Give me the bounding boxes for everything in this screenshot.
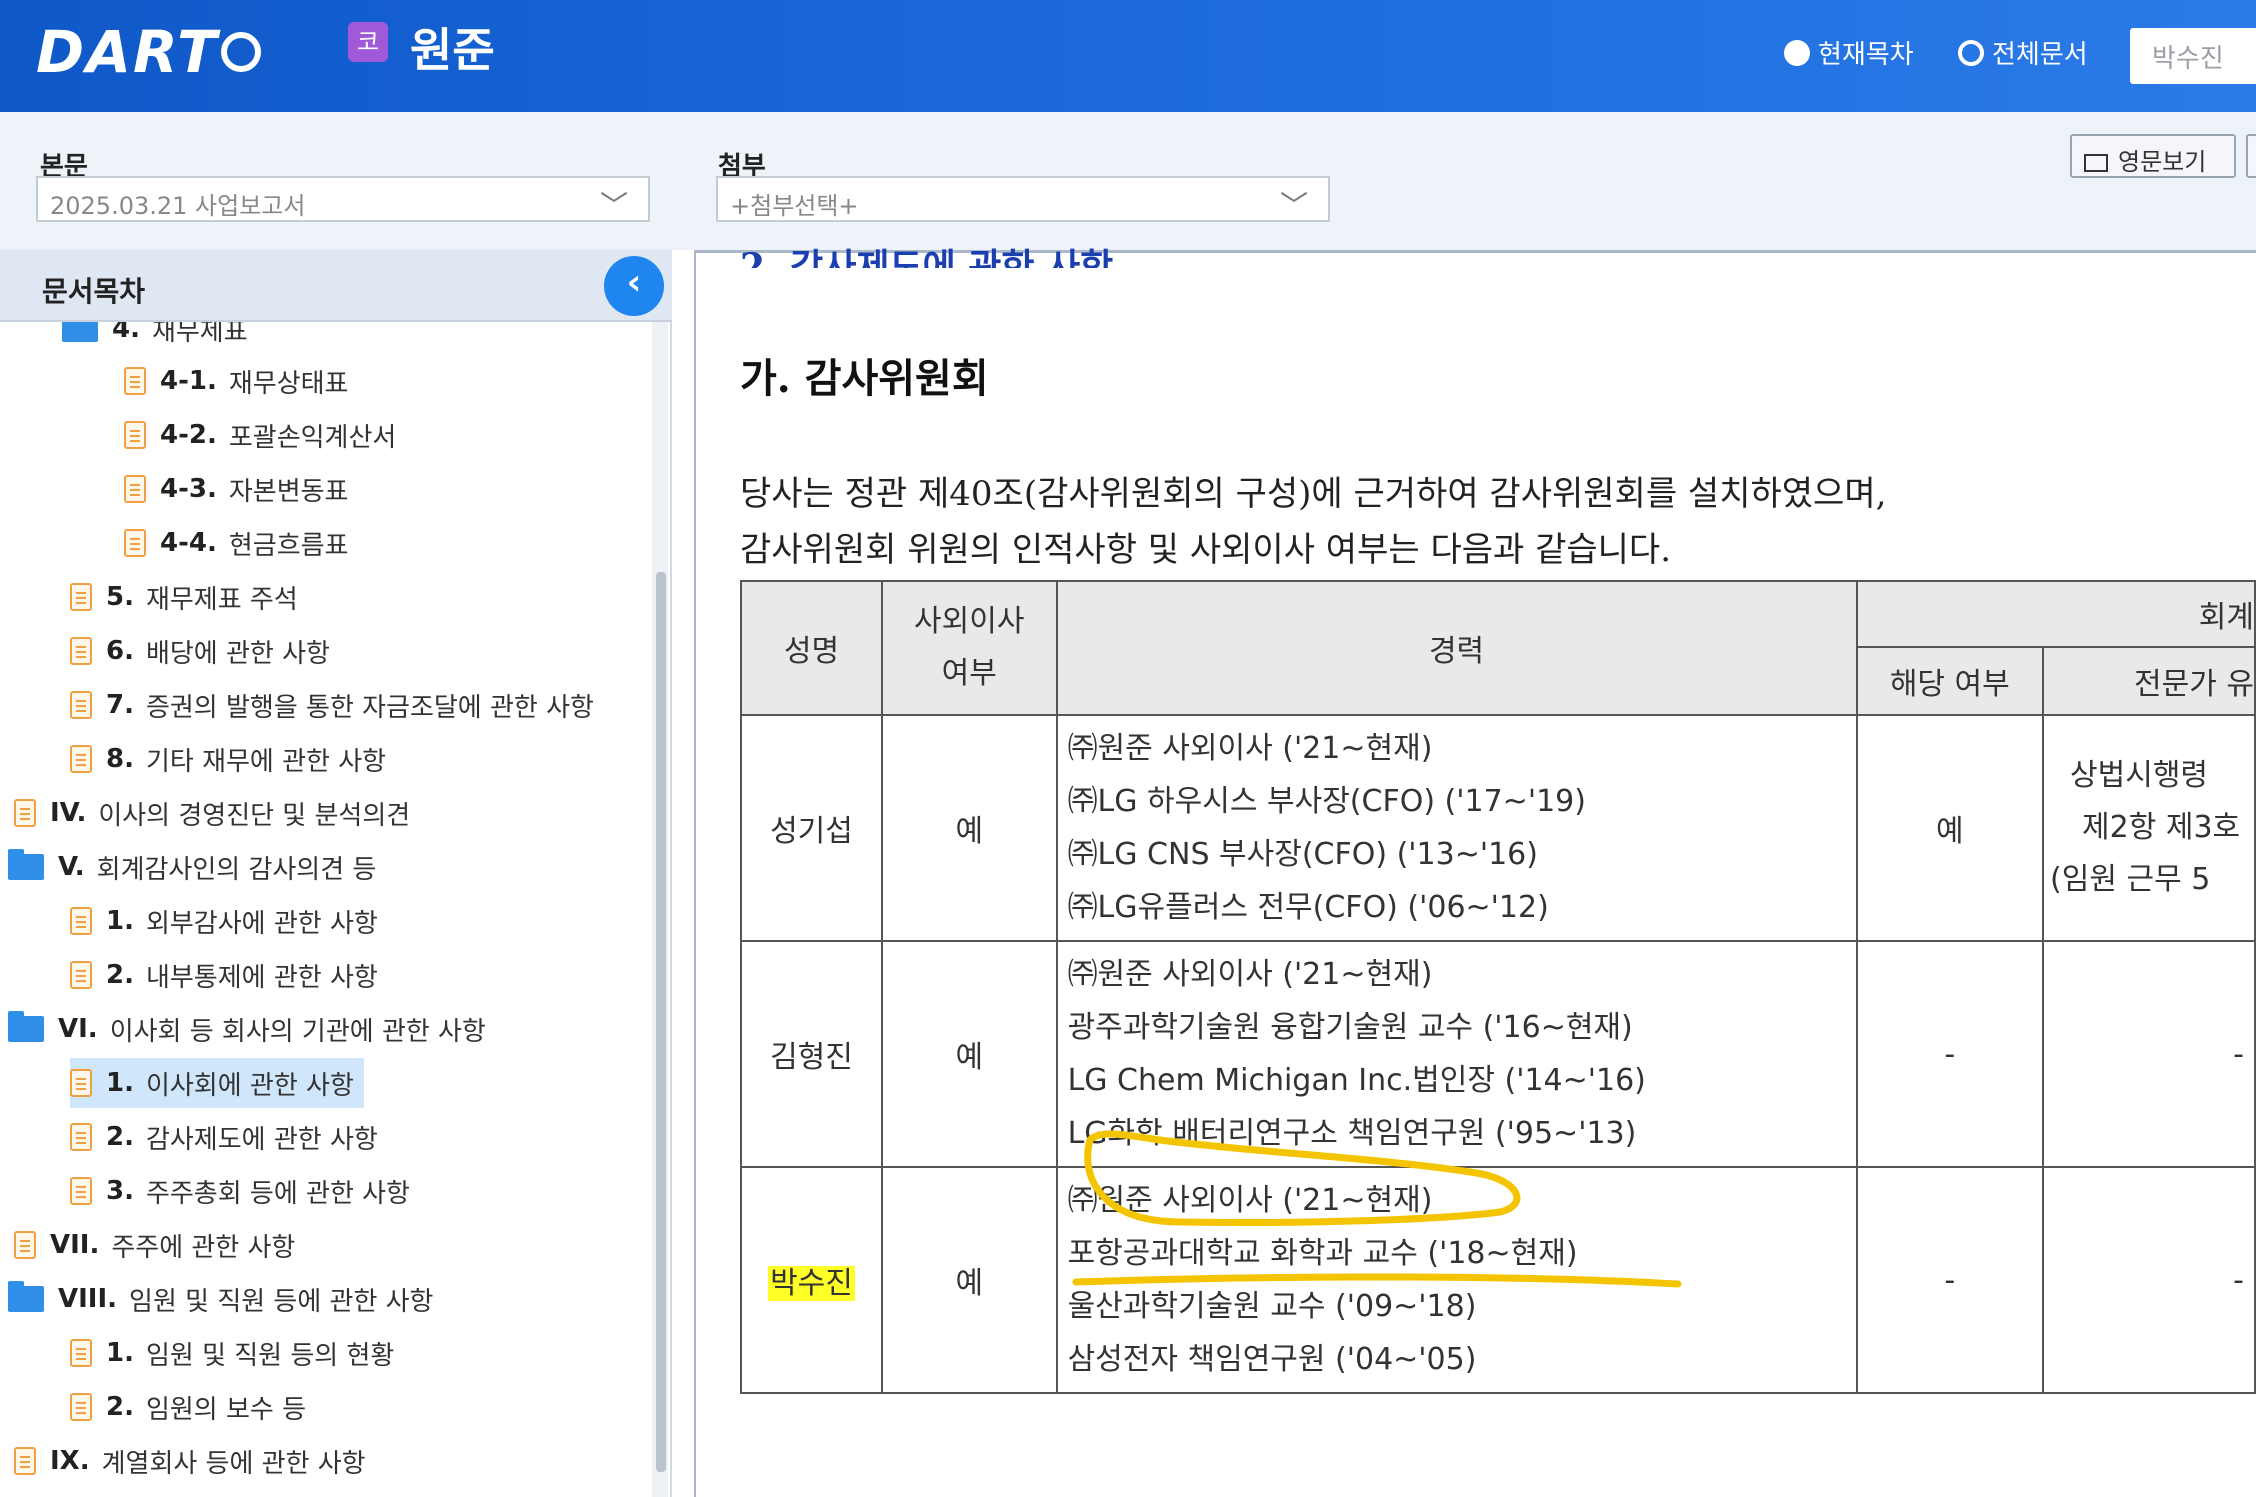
toc-scrollbar[interactable] [652,322,668,1497]
header-outside-director: 사외이사 여부 [880,580,1058,716]
toc-item[interactable]: IX. 계열회사 등에 관한 사항 [14,1436,366,1486]
document-icon [14,1447,36,1475]
toc-item[interactable]: 1. 임원 및 직원 등의 현황 [70,1328,394,1378]
english-view-button[interactable]: 영문보기 [2070,134,2236,178]
chevron-down-icon: ﹀ [1279,189,1308,222]
header-accounting: 회계 [1855,580,2256,648]
company-name: 원준 [410,23,495,77]
toc-item[interactable]: 2. 내부통제에 관한 사항 [70,950,378,1000]
cell-career: ㈜원준 사외이사 ('21~현재) 광주과학기술원 융합기술원 교수 ('16~… [1055,940,1858,1168]
radio-filled-icon [1784,39,1810,66]
folder-icon [8,1011,44,1042]
toc-item[interactable]: 2. 감사제도에 관한 사항 [70,1112,378,1162]
document-icon [124,367,146,395]
toc-item[interactable]: VI. 이사회 등 회사의 기관에 관한 사항 [8,1004,486,1054]
cell-expert: 상법시행령 제2항 제3호 (임원 근무 5 [2042,714,2256,942]
cell-applicable: 예 [1855,714,2045,942]
radio-all-docs[interactable]: 전체문서 [1958,34,2088,71]
toc-title: 문서목차 [42,275,146,308]
header-applicable: 해당 여부 [1855,646,2045,716]
toc-tree: 4. 재무제표 4-1. 재무상태표 4-2. 포괄손익계산서 4-3. 자본변동표 4… [0,322,650,1497]
toc-item[interactable]: 6. 배당에 관한 사항 [70,626,330,676]
chevron-left-icon: ‹ [626,262,642,303]
collapse-sidebar-button[interactable]: ‹ [604,256,664,316]
toc-item[interactable]: 4-2. 포괄손익계산서 [124,410,396,460]
monitor-icon [2084,154,2108,172]
cell-outside: 예 [880,940,1058,1168]
folder-icon [8,1281,44,1312]
cell-career: ㈜원준 사외이사 ('21~현재) ㈜LG 하우시스 부사장(CFO) ('17… [1055,714,1858,942]
cell-outside: 예 [880,714,1058,942]
cell-expert: - [2042,940,2256,1168]
paragraph-line-2: 감사위원회 위원의 인적사항 및 사외이사 여부는 다음과 같습니다. [740,530,1672,570]
toc-item[interactable]: 5. 재무제표 주석 [70,572,298,622]
document-icon [70,1339,92,1367]
folder-icon [8,849,44,880]
cell-outside: 예 [880,1166,1058,1394]
document-icon [124,421,146,449]
document-icon [14,799,36,827]
top-header: DART 코 원준 현재목차 전체문서 박수진 [0,0,2256,112]
toc-item[interactable]: 2. 임원의 보수 등 [70,1382,306,1432]
radio-empty-icon [1958,39,1984,66]
toc-item[interactable]: VII. 주주에 관한 사항 [14,1220,295,1270]
search-input[interactable]: 박수진 [2130,28,2256,84]
radio-current-toc[interactable]: 현재목차 [1784,34,1914,71]
document-icon [70,961,92,989]
toc-item[interactable]: 7. 증권의 발행을 통한 자금조달에 관한 사항 [70,680,594,730]
toc-item[interactable]: V. 회계감사인의 감사의견 등 [8,842,376,892]
dart-logo[interactable]: DART [36,18,261,86]
audit-committee-table: 성명 사외이사 여부 경력 회계 해당 여부 전문가 유 성기섭 예 ㈜원준 사외… [740,580,2256,1394]
cell-applicable: - [1855,940,2045,1168]
scroll-thumb[interactable] [656,572,666,1472]
table-row: 박수진 예 ㈜원준 사외이사 ('21~현재) 포항공과대학교 화학과 교수 (… [740,1166,2256,1394]
toc-header: 문서목차 ‹ [0,250,672,322]
company-type-badge: 코 [348,22,388,62]
chevron-down-icon: ﹀ [599,189,628,222]
document-icon [124,529,146,557]
toc-item-selected[interactable]: 1. 이사회에 관한 사항 [70,1058,364,1108]
document-icon [70,745,92,773]
cell-expert: - [2042,1166,2256,1394]
toc-item[interactable]: 3. 주주총회 등에 관한 사항 [70,1166,410,1216]
toc-item[interactable]: IV. 이사의 경영진단 및 분석의견 [14,788,410,838]
document-icon [70,1177,92,1205]
document-icon [70,1069,92,1097]
document-icon [70,691,92,719]
cell-applicable: - [1855,1166,2045,1394]
toc-sidebar: 문서목차 ‹ 4. 재무제표 4-1. 재무상태표 4-2. 포괄손익계산서 4-3.… [0,250,672,1497]
attachment-select[interactable]: +첨부선택+ ﹀ [716,176,1330,222]
logo-circle-icon [220,31,261,72]
document-icon [70,637,92,665]
document-icon [70,1123,92,1151]
document-icon [70,907,92,935]
toc-item[interactable]: 4-4. 현금흐름표 [124,518,348,568]
main-doc-select[interactable]: 2025.03.21 사업보고서 ﹀ [36,176,650,222]
folder-icon [62,322,98,342]
extra-toolbar-button[interactable] [2246,134,2256,178]
document-icon [70,1393,92,1421]
table-row: 김형진 예 ㈜원준 사외이사 ('21~현재) 광주과학기술원 융합기술원 교수… [740,940,2256,1168]
toc-item[interactable]: 1. 외부감사에 관한 사항 [70,896,378,946]
cell-name: 김형진 [740,940,883,1168]
document-icon [124,475,146,503]
toc-item[interactable]: 4-1. 재무상태표 [124,356,348,406]
cell-name: 성기섭 [740,714,883,942]
toc-item[interactable]: 4-3. 자본변동표 [124,464,348,514]
header-career: 경력 [1055,580,1858,716]
header-expert: 전문가 유 [2042,646,2256,716]
paragraph-line-1: 당사는 정관 제40조(감사위원회의 구성)에 근거하여 감사위원회를 설치하였… [740,474,1887,514]
header-name: 성명 [740,580,883,716]
table-row: 성기섭 예 ㈜원준 사외이사 ('21~현재) ㈜LG 하우시스 부사장(CFO… [740,714,2256,942]
section-title: 가. 감사위원회 [740,355,989,402]
cell-career: ㈜원준 사외이사 ('21~현재) 포항공과대학교 화학과 교수 ('18~현재… [1055,1166,1858,1394]
cell-name: 박수진 [740,1166,883,1394]
document-icon [70,583,92,611]
toc-item[interactable]: VIII. 임원 및 직원 등에 관한 사항 [8,1274,433,1324]
highlighted-name: 박수진 [768,1266,855,1301]
document-icon [14,1231,36,1259]
section-heading-cut: 2. 감사제도에 관한 사항 [740,246,1114,268]
toc-item[interactable]: 4. 재무제표 [62,322,248,354]
toc-item[interactable]: 8. 기타 재무에 관한 사항 [70,734,386,784]
